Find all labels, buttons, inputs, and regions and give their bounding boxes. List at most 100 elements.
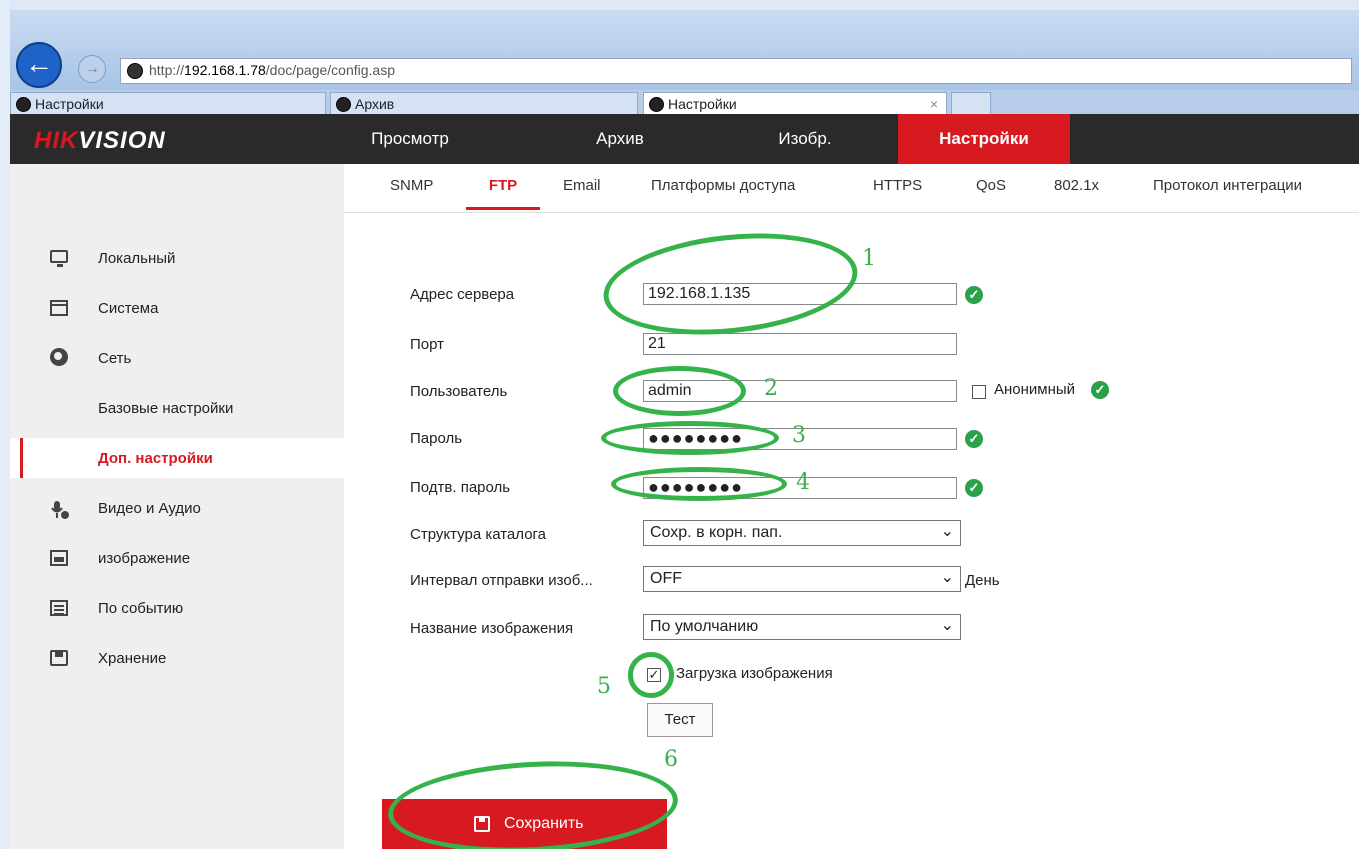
test-button[interactable]: Тест <box>647 703 713 737</box>
browser-tab-archive[interactable]: Архив <box>330 92 638 114</box>
browser-toolbar: ← → http://192.168.1.78/doc/page/config.… <box>10 10 1359 90</box>
annotation-oval-1 <box>598 221 863 347</box>
chevron-down-icon: ⌄ <box>940 617 954 634</box>
top-navigation: HIKVISION Просмотр Архив Изобр. Настройк… <box>10 114 1359 164</box>
active-indicator <box>20 438 23 478</box>
sidebar-item-advanced-settings[interactable]: Доп. настройки <box>10 438 344 478</box>
port-input[interactable]: 21 <box>643 333 957 355</box>
picture-name-select[interactable]: По умолчанию ⌄ <box>643 614 961 640</box>
sidebar-item-basic-settings[interactable]: Базовые настройки <box>10 388 344 428</box>
nav-configuration[interactable]: Настройки <box>898 114 1070 164</box>
site-icon <box>649 97 664 112</box>
confirm-password-label: Подтв. пароль <box>410 479 511 496</box>
window-icon <box>50 300 68 316</box>
annotation-number-1: 1 <box>862 246 876 271</box>
sidebar: Локальный Система Сеть Базовые настройки… <box>10 164 344 849</box>
sidebar-item-label: Базовые настройки <box>98 400 234 417</box>
directory-structure-label: Структура каталога <box>410 526 547 543</box>
mic-camera-icon <box>50 500 69 519</box>
valid-check-icon: ✓ <box>965 430 983 448</box>
settings-tabs: SNMP FTP Email Платформы доступа HTTPS Q… <box>344 164 1359 213</box>
anonymous-checkbox[interactable] <box>972 385 986 399</box>
sidebar-item-image[interactable]: изображение <box>10 538 344 578</box>
browser-tab-settings-active[interactable]: Настройки × <box>643 92 947 114</box>
directory-structure-select[interactable]: Сохр. в корн. пап. ⌄ <box>643 520 961 546</box>
annotation-number-2: 2 <box>764 376 778 401</box>
sidebar-item-label: Доп. настройки <box>98 450 213 467</box>
address-bar[interactable]: http://192.168.1.78/doc/page/config.asp <box>120 58 1352 84</box>
tab-label: Архив <box>355 96 395 112</box>
annotation-oval-4 <box>611 467 787 501</box>
annotation-oval-3 <box>601 421 779 455</box>
annotation-oval-5 <box>628 652 674 698</box>
calendar-icon <box>50 600 68 616</box>
nav-live-view[interactable]: Просмотр <box>350 114 470 164</box>
tab-label: Настройки <box>35 96 104 112</box>
interval-unit-label: День <box>965 572 1000 589</box>
tab-label: Настройки <box>668 96 737 112</box>
globe-icon <box>50 348 68 366</box>
sidebar-item-event[interactable]: По событию <box>10 588 344 628</box>
tab-8021x[interactable]: 802.1x <box>1054 164 1099 210</box>
select-value: По умолчанию <box>650 618 759 635</box>
tab-qos[interactable]: QoS <box>976 164 1006 210</box>
tab-https[interactable]: HTTPS <box>873 164 922 210</box>
save-icon <box>50 650 68 666</box>
site-icon <box>127 63 143 79</box>
user-label: Пользователь <box>410 383 508 400</box>
sidebar-item-label: Система <box>98 300 159 317</box>
upload-interval-select[interactable]: OFF ⌄ <box>643 566 961 592</box>
valid-check-icon: ✓ <box>965 479 983 497</box>
chevron-down-icon: ⌄ <box>940 569 954 586</box>
site-icon <box>336 97 351 112</box>
url-text: http://192.168.1.78/doc/page/config.asp <box>149 62 395 78</box>
tab-platform-access[interactable]: Платформы доступа <box>651 164 795 210</box>
hikvision-logo: HIKVISION <box>34 127 166 154</box>
screen: ← → http://192.168.1.78/doc/page/config.… <box>10 10 1359 849</box>
sidebar-item-video-audio[interactable]: Видео и Аудио <box>10 488 344 528</box>
anonymous-label: Анонимный <box>994 381 1076 398</box>
tab-email[interactable]: Email <box>563 164 601 210</box>
browser-tab-strip: Настройки Архив Настройки × <box>10 90 1359 114</box>
picture-name-label: Название изображения <box>410 620 574 637</box>
annotation-number-6: 6 <box>664 747 678 772</box>
select-value: Сохр. в корн. пап. <box>650 524 783 541</box>
valid-check-icon: ✓ <box>965 286 983 304</box>
new-tab-button[interactable] <box>951 92 991 114</box>
nav-picture[interactable]: Изобр. <box>750 114 860 164</box>
sidebar-item-label: Сеть <box>98 350 132 367</box>
sidebar-item-label: По событию <box>98 600 184 617</box>
close-icon[interactable]: × <box>930 93 938 115</box>
sidebar-item-label: Хранение <box>98 650 167 667</box>
image-icon <box>50 550 68 566</box>
forward-button[interactable]: → <box>78 55 106 83</box>
sidebar-item-label: изображение <box>98 550 191 567</box>
upload-interval-label: Интервал отправки изоб... <box>410 572 593 589</box>
monitor-icon <box>50 250 68 267</box>
back-button[interactable]: ← <box>16 42 62 88</box>
password-label: Пароль <box>410 430 463 447</box>
server-address-label: Адрес сервера <box>410 286 515 303</box>
port-label: Порт <box>410 336 445 353</box>
site-icon <box>16 97 31 112</box>
page-margin <box>0 0 10 849</box>
annotation-number-4: 4 <box>796 470 810 495</box>
sidebar-item-label: Видео и Аудио <box>98 500 201 517</box>
annotation-oval-2 <box>613 366 746 416</box>
tab-ftp[interactable]: FTP <box>466 164 540 210</box>
valid-check-icon: ✓ <box>1091 381 1109 399</box>
browser-tab-settings-1[interactable]: Настройки <box>10 92 326 114</box>
tab-snmp[interactable]: SNMP <box>390 164 433 210</box>
upload-picture-label: Загрузка изображения <box>676 665 833 682</box>
annotation-number-3: 3 <box>792 423 806 448</box>
annotation-number-5: 5 <box>597 674 611 699</box>
chevron-down-icon: ⌄ <box>940 523 954 540</box>
sidebar-item-network[interactable]: Сеть <box>10 338 344 378</box>
sidebar-item-system[interactable]: Система <box>10 288 344 328</box>
tab-integration-protocol[interactable]: Протокол интеграции <box>1153 164 1302 210</box>
nav-playback[interactable]: Архив <box>570 114 670 164</box>
sidebar-item-storage[interactable]: Хранение <box>10 638 344 678</box>
sidebar-item-label: Локальный <box>98 250 176 267</box>
sidebar-item-local[interactable]: Локальный <box>10 238 344 278</box>
select-value: OFF <box>650 570 682 587</box>
